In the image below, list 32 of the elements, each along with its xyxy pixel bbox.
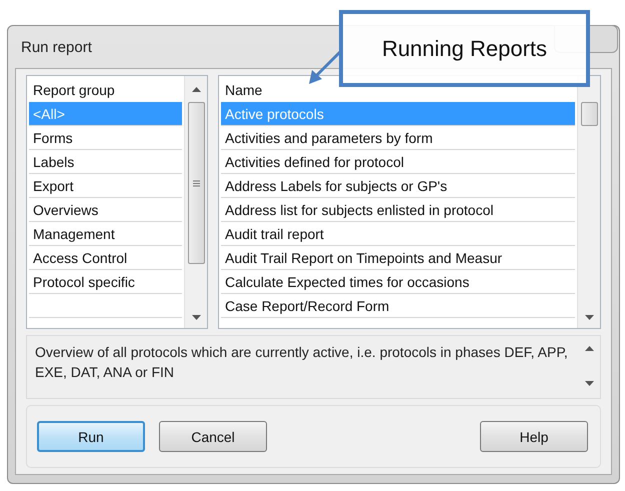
list-item[interactable]: Access Control: [29, 246, 182, 270]
description-text: Overview of all protocols which are currently active, i.e. protocols in phases DEF, APP, EXE, DAT, ANA or FIN: [35, 343, 569, 382]
scroll-up-icon[interactable]: [584, 346, 594, 351]
column-header[interactable]: Report group: [29, 78, 182, 102]
list-item[interactable]: Protocol specific: [29, 270, 182, 294]
scroll-down-icon[interactable]: [584, 314, 594, 320]
scrollbar[interactable]: [577, 76, 600, 328]
dialog-button[interactable]: Help: [480, 421, 588, 452]
dialog-button[interactable]: Run: [37, 421, 145, 452]
list-item[interactable]: Export: [29, 174, 182, 198]
list-item[interactable]: Case Report/Record Form: [221, 294, 575, 318]
list-item[interactable]: Audit trail report: [221, 222, 575, 246]
window-title: Run report: [20, 38, 92, 56]
scroll-thumb[interactable]: [188, 102, 204, 264]
list-item[interactable]: Overviews: [29, 198, 182, 222]
list-item[interactable]: Labels: [29, 150, 182, 174]
callout-tooltip: Running Reports: [339, 10, 590, 87]
list-item[interactable]: Activities defined for protocol: [221, 150, 575, 174]
scroll-up-icon[interactable]: [192, 86, 200, 92]
scroll-down-icon[interactable]: [192, 314, 200, 320]
list-item[interactable]: Calculate Expected times for occasions: [221, 270, 575, 294]
list-item[interactable]: Audit Trail Report on Timepoints and Measur: [221, 246, 575, 270]
list-item[interactable]: Activities and parameters by form: [221, 126, 575, 150]
grip-icon: [192, 180, 200, 186]
list-item[interactable]: Address Labels for subjects or GP's: [221, 174, 575, 198]
list-item[interactable]: Address list for subjects enlisted in protocol: [221, 198, 575, 222]
scroll-thumb[interactable]: [580, 102, 598, 126]
list-item[interactable]: Management: [29, 222, 182, 246]
scrollbar[interactable]: [184, 76, 207, 328]
scroll-down-icon[interactable]: [584, 381, 594, 386]
list-item[interactable]: Forms: [29, 126, 182, 150]
dialog-button[interactable]: Cancel: [159, 421, 267, 452]
